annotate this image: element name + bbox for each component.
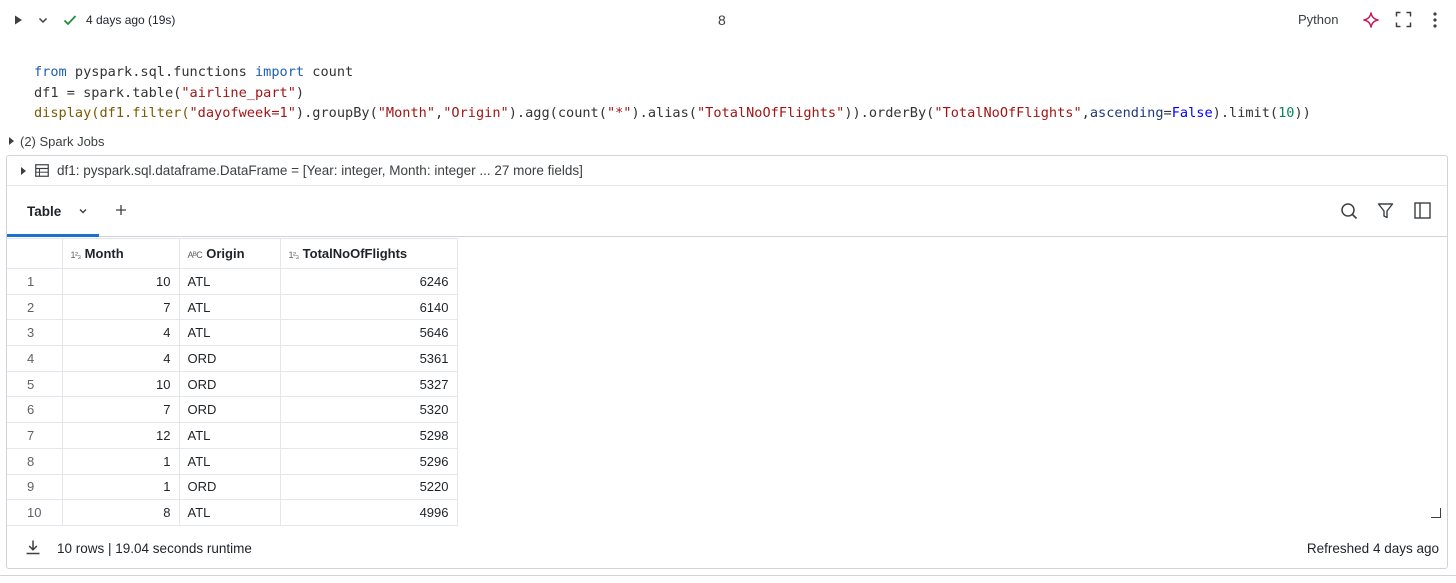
tab-table-label: Table — [27, 204, 62, 219]
cell-origin: ATL — [178, 499, 281, 526]
code-line-3: display(df1.filter("dayofweek=1").groupB… — [34, 105, 1311, 121]
caret-right-icon[interactable] — [21, 167, 26, 175]
filter-icon[interactable] — [1377, 202, 1394, 220]
cell-origin: ATL — [178, 268, 281, 295]
chevron-down-icon[interactable] — [35, 12, 51, 28]
cell-month: 12 — [61, 422, 180, 449]
cell-total: 6140 — [279, 293, 458, 321]
column-header-month[interactable]: 1²₃ Month — [61, 238, 180, 269]
caret-right-icon — [9, 137, 14, 145]
row-index: 7 — [7, 422, 63, 449]
cell-origin: ORD — [178, 345, 281, 372]
cell-month: 7 — [61, 293, 180, 321]
cell-toolbar: 4 days ago (19s) 8 Python — [0, 0, 1456, 40]
expand-icon[interactable] — [1395, 11, 1412, 28]
search-icon[interactable] — [1340, 202, 1358, 220]
row-index: 10 — [7, 499, 63, 526]
cell-month: 7 — [61, 396, 180, 424]
cell-total: 5220 — [279, 473, 458, 501]
table-row[interactable]: 9 1 ORD 5220 — [7, 473, 458, 501]
column-header-origin[interactable]: AᴮC Origin — [178, 238, 281, 269]
dataframe-schema: df1: pyspark.sql.dataframe.DataFrame = [… — [57, 163, 583, 178]
column-header-totalnoofflights[interactable]: 1²₃ TotalNoOfFlights — [279, 238, 458, 269]
table-row[interactable]: 3 4 ATL 5646 — [7, 319, 458, 347]
check-icon — [63, 15, 77, 26]
tab-table[interactable]: Table — [7, 186, 99, 237]
cell-total: 5646 — [279, 319, 458, 347]
resize-handle[interactable] — [1431, 508, 1441, 518]
add-visualization-button[interactable] — [113, 202, 129, 218]
table-row[interactable]: 10 8 ATL 4996 — [7, 499, 458, 526]
run-status: 4 days ago (19s) — [86, 13, 176, 27]
integer-type-icon: 1²₃ — [70, 250, 82, 260]
cell-total: 6246 — [279, 268, 458, 295]
run-cell-button[interactable] — [10, 12, 26, 28]
cell-total: 5327 — [279, 370, 458, 398]
cell-total: 4996 — [279, 499, 458, 526]
row-index: 3 — [7, 319, 63, 347]
side-panel-icon[interactable] — [1414, 202, 1431, 219]
integer-type-icon: 1²₃ — [288, 250, 300, 260]
code-line-2: df1 = spark.table("airline_part") — [34, 84, 305, 101]
row-index: 1 — [7, 268, 63, 295]
cell-month: 1 — [61, 447, 180, 475]
row-index: 6 — [7, 396, 63, 424]
row-index: 8 — [7, 447, 63, 475]
chevron-down-icon[interactable] — [77, 205, 89, 217]
table-row[interactable]: 8 1 ATL 5296 — [7, 447, 458, 475]
cell-origin: ATL — [178, 422, 281, 449]
spark-jobs-toggle[interactable]: (2) Spark Jobs — [9, 134, 105, 149]
cell-origin: ORD — [178, 473, 281, 501]
cell-origin: ATL — [178, 319, 281, 347]
sparkle-icon[interactable] — [1362, 11, 1380, 29]
row-index: 5 — [7, 370, 63, 398]
language-selector[interactable]: Python — [1298, 12, 1338, 27]
result-panel: df1: pyspark.sql.dataframe.DataFrame = [… — [6, 155, 1448, 569]
string-type-icon: AᴮC — [187, 250, 203, 260]
row-index-header — [7, 238, 63, 269]
more-options-icon[interactable] — [1428, 11, 1442, 29]
cell-total: 5296 — [279, 447, 458, 475]
cell-total: 5320 — [279, 396, 458, 424]
table-row[interactable]: 4 4 ORD 5361 — [7, 345, 458, 372]
cell-month: 10 — [61, 268, 180, 295]
cell-divider — [0, 575, 1456, 576]
code-line-1: from pyspark.sql.functions import count — [34, 64, 354, 80]
cell-month: 1 — [61, 473, 180, 501]
cell-month: 4 — [61, 345, 180, 372]
table-row[interactable]: 1 10 ATL 6246 — [7, 268, 458, 295]
table-row[interactable]: 7 12 ATL 5298 — [7, 422, 458, 449]
result-footer: 10 rows | 19.04 seconds runtime Refreshe… — [7, 530, 1447, 568]
cell-origin: ORD — [178, 370, 281, 398]
cell-month: 10 — [61, 370, 180, 398]
table-row[interactable]: 2 7 ATL 6140 — [7, 293, 458, 321]
cell-total: 5361 — [279, 345, 458, 372]
download-icon[interactable] — [25, 539, 41, 555]
row-count-runtime: 10 rows | 19.04 seconds runtime — [57, 541, 252, 556]
cell-origin: ATL — [178, 447, 281, 475]
table-header-row: 1²₃ Month AᴮC Origin 1²₃ TotalNoOfFlights — [7, 238, 458, 269]
refreshed-time: Refreshed 4 days ago — [1306, 541, 1439, 556]
cell-number: 8 — [718, 12, 726, 28]
table-icon — [35, 164, 49, 177]
row-index: 9 — [7, 473, 63, 501]
code-editor[interactable]: from pyspark.sql.functions import count … — [34, 62, 1311, 124]
result-toolbar: Table — [7, 186, 1447, 237]
cell-total: 5298 — [279, 422, 458, 449]
table-row[interactable]: 5 10 ORD 5327 — [7, 370, 458, 398]
row-index: 2 — [7, 293, 63, 321]
table-row[interactable]: 6 7 ORD 5320 — [7, 396, 458, 424]
cell-month: 8 — [61, 499, 180, 526]
row-index: 4 — [7, 345, 63, 372]
results-table: 1²₃ Month AᴮC Origin 1²₃ TotalNoOfFlights 1… — [7, 238, 458, 526]
cell-origin: ORD — [178, 396, 281, 424]
cell-month: 4 — [61, 319, 180, 347]
dataframe-schema-row[interactable]: df1: pyspark.sql.dataframe.DataFrame = [… — [7, 156, 1447, 186]
cell-origin: ATL — [178, 293, 281, 321]
